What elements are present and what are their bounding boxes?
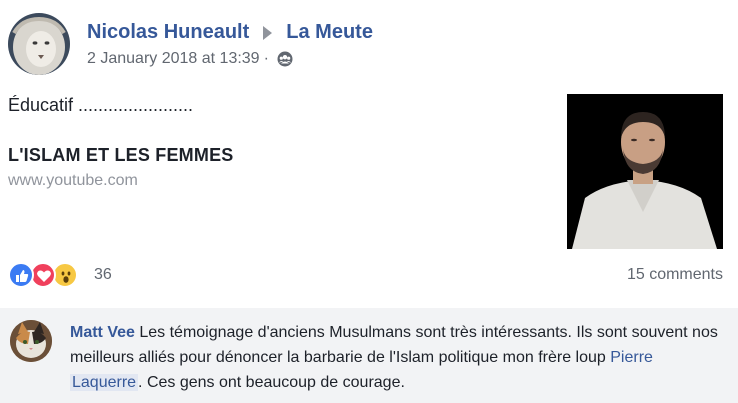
- reaction-count[interactable]: 36: [94, 266, 112, 284]
- post-meta: 2 January 2018 at 13:39 ·: [87, 50, 293, 68]
- shared-to-arrow-icon: [263, 25, 273, 40]
- author-name-link[interactable]: Nicolas Huneault: [87, 21, 249, 43]
- link-preview-title[interactable]: L'ISLAM ET LES FEMMES: [8, 145, 233, 166]
- comments-count-link[interactable]: 15 comments: [627, 266, 723, 284]
- link-preview-domain[interactable]: www.youtube.com: [8, 172, 138, 190]
- video-thumbnail[interactable]: [567, 94, 723, 249]
- post-text: Éducatif .......................: [8, 95, 194, 115]
- group-audience-icon[interactable]: [273, 50, 293, 67]
- comment-author-link[interactable]: Matt Vee: [70, 324, 135, 341]
- post-title-line: Nicolas Huneault La Meute: [87, 21, 373, 44]
- meta-separator: ·: [263, 50, 269, 67]
- post-header: Nicolas Huneault La Meute 2 January 2018 …: [8, 13, 728, 77]
- mention-pierre-link[interactable]: Pierre: [610, 349, 653, 366]
- cat-avatar-image: [10, 320, 52, 362]
- commenter-avatar[interactable]: [10, 320, 52, 362]
- post-timestamp[interactable]: 2 January 2018 at 13:39: [87, 50, 260, 67]
- comment-section: Matt Vee Les témoignage d'anciens Musulm…: [0, 308, 738, 403]
- like-icon: [8, 262, 34, 288]
- group-name-link[interactable]: La Meute: [286, 21, 373, 43]
- comment-body: Matt Vee Les témoignage d'anciens Musulm…: [70, 320, 725, 395]
- mention-laquerre-link[interactable]: Laquerre: [70, 374, 139, 391]
- author-avatar[interactable]: [8, 13, 70, 75]
- comment-text-part-2: . Ces gens ont beaucoup de courage.: [138, 374, 405, 391]
- video-thumbnail-image: [567, 94, 723, 249]
- lion-avatar-image: [8, 13, 70, 75]
